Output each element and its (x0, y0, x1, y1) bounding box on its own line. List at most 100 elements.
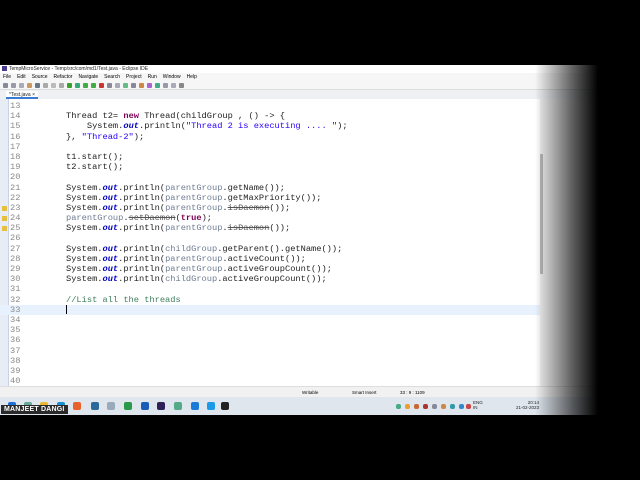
outlook-icon[interactable] (141, 402, 149, 410)
toolbar-button-icon[interactable] (83, 82, 88, 88)
code-line[interactable]: 17 (0, 142, 540, 152)
code-line[interactable]: 34 (0, 315, 540, 325)
language-indicator[interactable]: ENG IN (473, 400, 483, 410)
menu-navigate[interactable]: Navigate (78, 73, 98, 81)
toolbar-button-icon[interactable] (59, 82, 64, 88)
app-icon[interactable] (174, 402, 182, 410)
menu-edit[interactable]: Edit (17, 73, 26, 81)
menu-refactor[interactable]: Refactor (54, 73, 73, 81)
code-line[interactable]: 33 (0, 304, 540, 315)
toolbar-button-icon[interactable] (147, 82, 152, 88)
code-line[interactable]: 28 System.out.println(parentGroup.activeC… (0, 254, 540, 264)
code-line[interactable]: 25 System.out.println(parentGroup.isDaemo… (0, 223, 540, 233)
toolbar-button-icon[interactable] (139, 82, 144, 88)
toolbar-button-icon[interactable] (27, 82, 32, 88)
vscode-icon[interactable] (191, 402, 199, 410)
code-line[interactable]: 19 t2.start(); (0, 162, 540, 172)
app-icon[interactable] (107, 402, 115, 410)
toolbar-button-icon[interactable] (99, 82, 104, 88)
close-icon[interactable]: × (32, 92, 35, 98)
toolbar-button-icon[interactable] (155, 82, 160, 88)
code-token: System. (66, 274, 103, 285)
menu-window[interactable]: Window (163, 73, 181, 81)
toolbar-button-icon[interactable] (3, 82, 8, 88)
code-line[interactable]: 27 System.out.println(childGroup.getParen… (0, 244, 540, 254)
tray-icon[interactable] (423, 404, 428, 409)
code-token: System. (66, 253, 103, 264)
tray-icon[interactable] (405, 404, 410, 409)
line-number: 40 (10, 376, 21, 387)
code-line[interactable]: 13 (0, 101, 540, 111)
whatsapp-icon[interactable] (124, 402, 132, 410)
code-line[interactable]: 26 (0, 233, 540, 243)
toolbar-button-icon[interactable] (91, 82, 96, 88)
code-line[interactable]: 29 System.out.println(parentGroup.activeG… (0, 264, 540, 274)
tray-icon[interactable] (441, 404, 446, 409)
code-line[interactable]: 22 System.out.println(parentGroup.getMaxP… (0, 193, 540, 203)
terminal-icon[interactable] (221, 402, 229, 410)
eclipse-icon[interactable] (157, 402, 165, 410)
toolbar-button-icon[interactable] (35, 82, 40, 88)
code-line[interactable]: 39 (0, 366, 540, 376)
code-line[interactable]: 30 System.out.println(childGroup.activeGr… (0, 274, 540, 284)
toolbar-button-icon[interactable] (67, 82, 72, 88)
code-text: parentGroup.setDaemon(true); (66, 213, 212, 223)
code-token: out (102, 253, 119, 264)
code-line[interactable]: 32 //List all the threads (0, 295, 540, 305)
code-text: t2.start(); (66, 162, 123, 172)
code-line[interactable]: 14 Thread t2= new Thread(childGroup , () … (0, 111, 540, 121)
menu-search[interactable]: Search (104, 73, 120, 81)
toolbar-button-icon[interactable] (11, 82, 16, 88)
code-line[interactable]: 21 System.out.println(parentGroup.getName… (0, 183, 540, 193)
tray-icon[interactable] (414, 404, 419, 409)
toolbar-button-icon[interactable] (163, 82, 168, 88)
toolbar-button-icon[interactable] (19, 82, 24, 88)
code-line[interactable]: 23 System.out.println(parentGroup.isDaemo… (0, 203, 540, 213)
menu-help[interactable]: Help (187, 73, 197, 81)
tray-icon[interactable] (450, 404, 455, 409)
tray-icon[interactable] (432, 404, 437, 409)
code-line[interactable]: 31 (0, 284, 540, 294)
app-icon[interactable] (91, 402, 99, 410)
toolbar-button-icon[interactable] (131, 82, 136, 88)
code-editor[interactable]: 13 14 Thread t2= new Thread(childGroup , (… (0, 99, 543, 386)
skype-icon[interactable] (207, 402, 215, 410)
toolbar-button-icon[interactable] (115, 82, 120, 88)
warning-icon[interactable] (2, 205, 7, 211)
toolbar-button-icon[interactable] (43, 82, 48, 88)
code-line[interactable]: 16}, "Thread-2"); (0, 132, 540, 142)
warning-icon[interactable] (2, 216, 7, 222)
line-number: 37 (10, 345, 21, 356)
firefox-icon[interactable] (73, 402, 81, 410)
toolbar-button-icon[interactable] (171, 82, 176, 88)
code-token: System. (66, 192, 103, 203)
tab-test-java[interactable]: *Test.java × (6, 91, 38, 99)
menu-source[interactable]: Source (32, 73, 48, 81)
toolbar-button-icon[interactable] (107, 82, 112, 88)
menu-file[interactable]: File (3, 73, 11, 81)
menu-run[interactable]: Run (148, 73, 157, 81)
code-line[interactable]: 24 parentGroup.setDaemon(true); (0, 213, 540, 223)
menu-project[interactable]: Project (126, 73, 142, 81)
code-line[interactable]: 18 t1.start(); (0, 152, 540, 162)
code-line[interactable]: 38 (0, 356, 540, 366)
warning-icon[interactable] (2, 226, 7, 232)
tab-label: *Test.java (9, 92, 31, 98)
code-line[interactable]: 15 System.out.println("Thread 2 is execu… (0, 121, 540, 131)
tray-icon[interactable] (459, 404, 464, 409)
code-token: out (102, 243, 119, 254)
code-line[interactable]: 20 (0, 172, 540, 182)
code-line[interactable]: 35 (0, 325, 540, 335)
code-token: .getName()); (222, 182, 285, 193)
code-line[interactable]: 36 (0, 335, 540, 345)
tray-icon[interactable] (466, 404, 471, 409)
code-token: parentGroup (66, 213, 124, 224)
code-line[interactable]: 37 (0, 346, 540, 356)
toolbar-button-icon[interactable] (75, 82, 80, 88)
code-token: .println( (139, 121, 186, 132)
toolbar-button-icon[interactable] (123, 82, 128, 88)
toolbar-button-icon[interactable] (179, 82, 184, 88)
code-line[interactable]: 40 (0, 376, 540, 386)
toolbar-button-icon[interactable] (51, 82, 56, 88)
tray-icon[interactable] (396, 404, 401, 409)
